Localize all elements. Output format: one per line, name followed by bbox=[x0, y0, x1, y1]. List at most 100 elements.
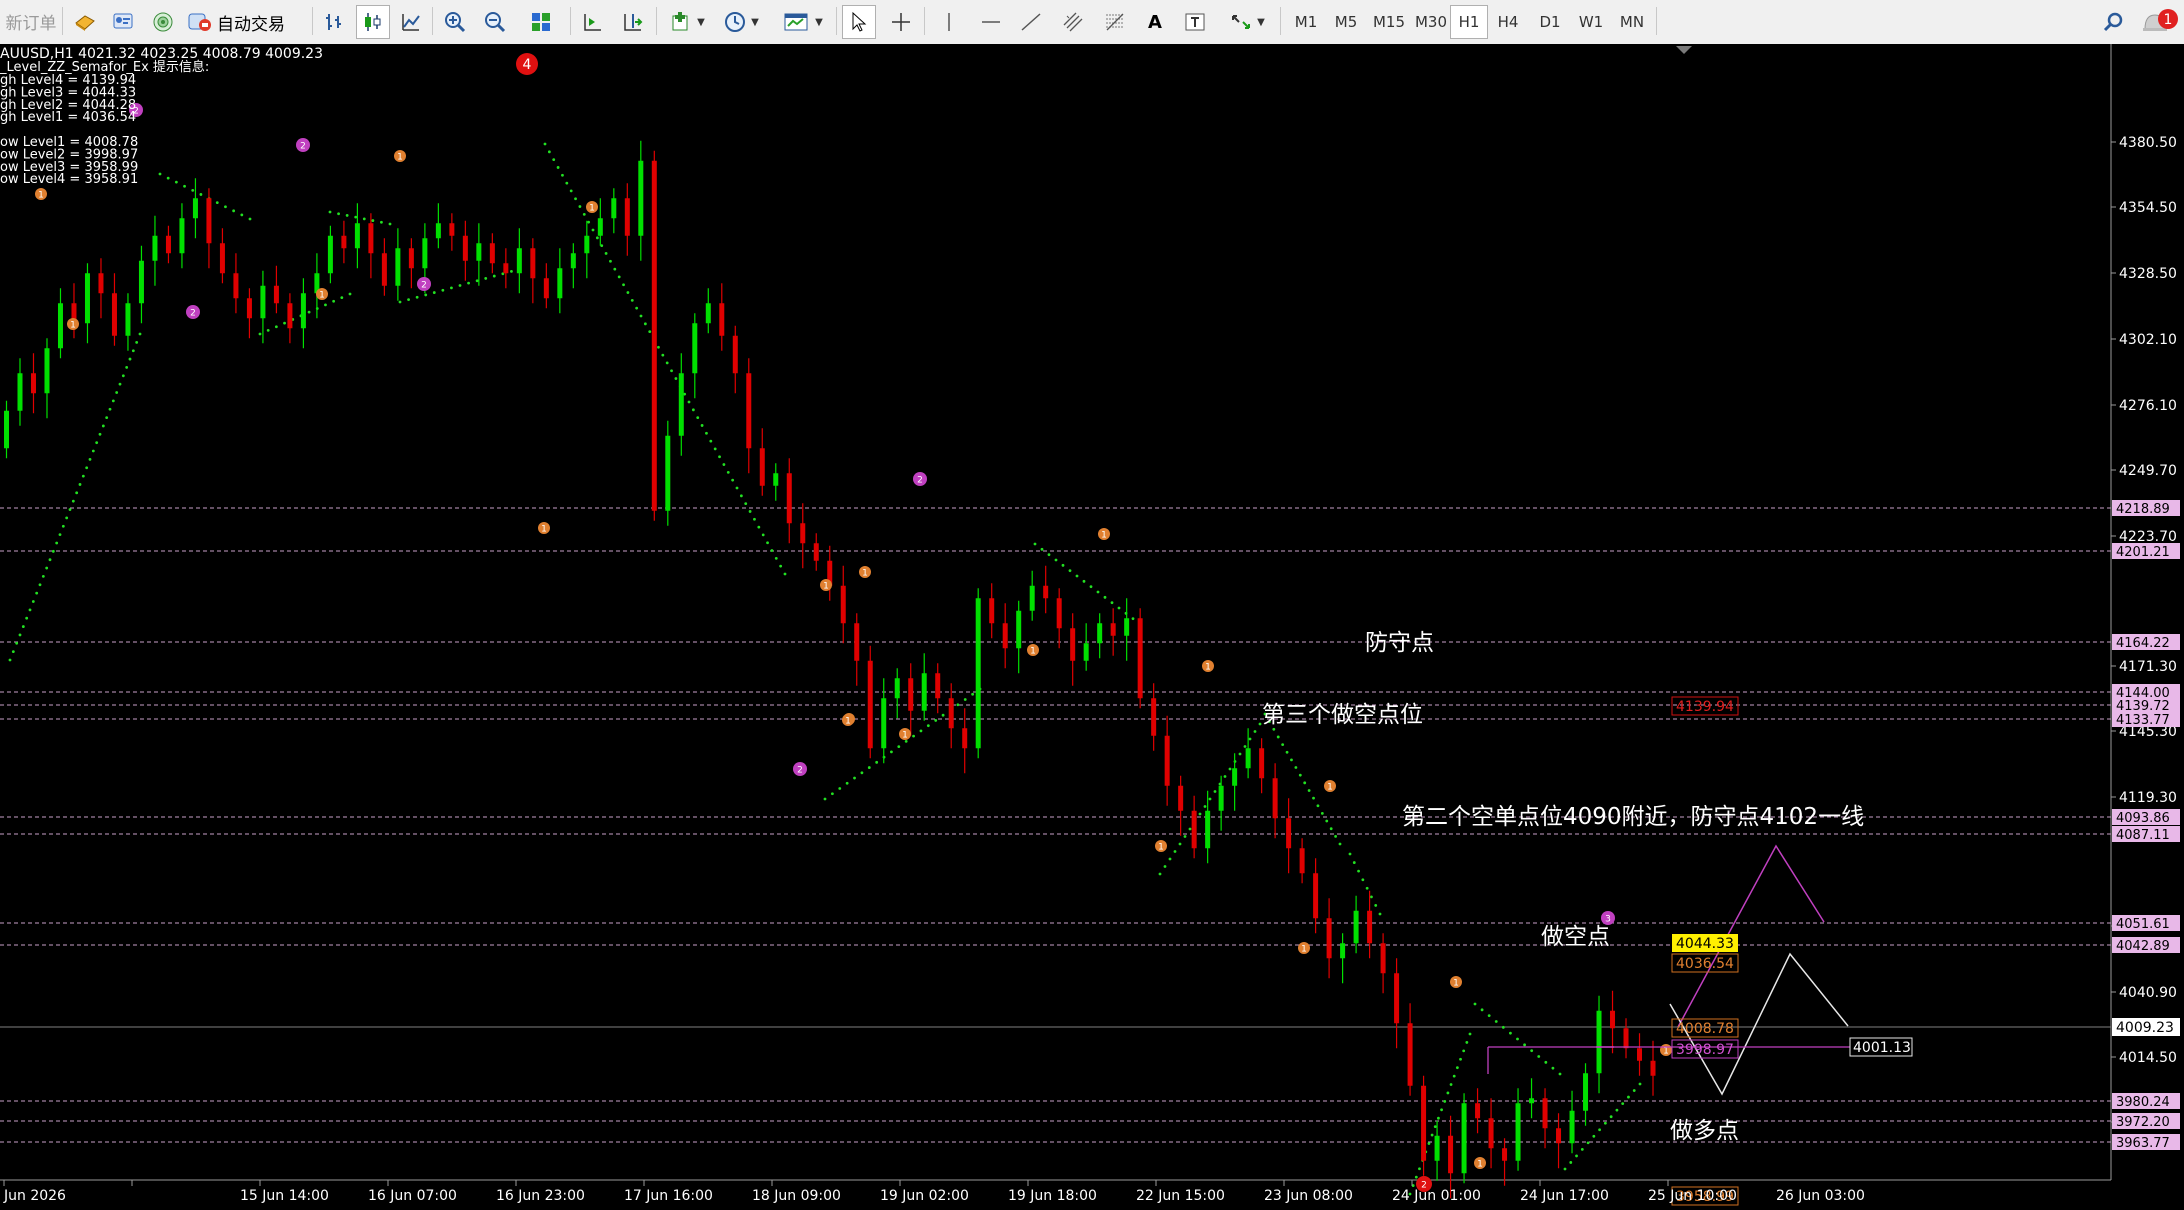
bull-candle[interactable] bbox=[975, 598, 981, 749]
bear-candle[interactable] bbox=[1448, 1135, 1454, 1174]
timeframe-m1[interactable]: M1 bbox=[1288, 5, 1324, 39]
text-icon[interactable]: A bbox=[1140, 5, 1170, 39]
bull-candle[interactable] bbox=[1097, 623, 1103, 644]
vertical-line-icon[interactable] bbox=[934, 5, 964, 39]
bear-candle[interactable] bbox=[800, 523, 806, 544]
bull-candle[interactable] bbox=[152, 235, 158, 261]
bear-candle[interactable] bbox=[854, 623, 860, 661]
templates-button[interactable]: ▼ bbox=[776, 5, 830, 39]
bull-candle[interactable] bbox=[1569, 1110, 1575, 1144]
bear-candle[interactable] bbox=[1394, 973, 1400, 1024]
bear-candle[interactable] bbox=[935, 673, 941, 699]
zoom-out-icon[interactable] bbox=[478, 5, 512, 39]
crosshair-icon[interactable] bbox=[884, 5, 918, 39]
bull-candle[interactable] bbox=[1461, 1103, 1467, 1174]
bear-candle[interactable] bbox=[732, 335, 738, 374]
bear-candle[interactable] bbox=[233, 273, 239, 299]
bear-candle[interactable] bbox=[408, 248, 414, 269]
fibonacci-icon[interactable] bbox=[1098, 5, 1132, 39]
bull-candle[interactable] bbox=[1016, 610, 1022, 649]
timeframe-h1[interactable]: H1 bbox=[1450, 5, 1488, 39]
bear-candle[interactable] bbox=[98, 273, 104, 294]
price-chart[interactable]: 42211112121211111112111113112 4139.94 40… bbox=[0, 44, 2184, 1210]
bull-candle[interactable] bbox=[260, 285, 266, 319]
bear-candle[interactable] bbox=[1110, 623, 1116, 636]
bear-candle[interactable] bbox=[1650, 1060, 1656, 1076]
bull-candle[interactable] bbox=[125, 303, 131, 336]
bear-candle[interactable] bbox=[462, 235, 468, 261]
bull-candle[interactable] bbox=[1596, 1010, 1602, 1074]
bear-candle[interactable] bbox=[759, 448, 765, 486]
search-icon[interactable] bbox=[2096, 5, 2130, 39]
bear-candle[interactable] bbox=[1637, 1048, 1643, 1061]
bull-candle[interactable] bbox=[894, 678, 900, 699]
bull-candle[interactable] bbox=[179, 218, 185, 254]
bear-candle[interactable] bbox=[1542, 1098, 1548, 1129]
bull-candle[interactable] bbox=[1232, 768, 1238, 786]
bear-candle[interactable] bbox=[1178, 785, 1184, 811]
navigator-icon[interactable] bbox=[146, 5, 180, 39]
bear-candle[interactable] bbox=[287, 303, 293, 329]
bear-candle[interactable] bbox=[489, 243, 495, 264]
bear-candle[interactable] bbox=[1556, 1128, 1562, 1144]
bull-candle[interactable] bbox=[395, 248, 401, 286]
bear-candle[interactable] bbox=[381, 253, 387, 286]
bear-candle[interactable] bbox=[1407, 1023, 1413, 1086]
bull-candle[interactable] bbox=[611, 198, 617, 219]
bear-candle[interactable] bbox=[908, 678, 914, 711]
bear-candle[interactable] bbox=[1259, 748, 1265, 779]
bear-candle[interactable] bbox=[206, 198, 212, 244]
horizontal-line-icon[interactable] bbox=[976, 5, 1006, 39]
bear-candle[interactable] bbox=[1380, 943, 1386, 974]
bull-candle[interactable] bbox=[570, 253, 576, 269]
bull-candle[interactable] bbox=[678, 373, 684, 436]
timeframe-m5[interactable]: M5 bbox=[1328, 5, 1364, 39]
bear-candle[interactable] bbox=[948, 698, 954, 729]
candlestick-chart-icon[interactable] bbox=[356, 5, 390, 39]
bear-candle[interactable] bbox=[840, 585, 846, 624]
periods-button[interactable]: ▼ bbox=[716, 5, 766, 39]
bar-chart-icon[interactable] bbox=[318, 5, 352, 39]
autoscroll-icon[interactable] bbox=[616, 5, 650, 39]
bull-candle[interactable] bbox=[192, 198, 198, 219]
annotation-defense-point[interactable]: 防守点 bbox=[1365, 630, 1434, 656]
bear-candle[interactable] bbox=[867, 660, 873, 749]
bear-candle[interactable] bbox=[543, 278, 549, 299]
bull-candle[interactable] bbox=[584, 235, 590, 254]
bull-candle[interactable] bbox=[1029, 585, 1035, 611]
bull-candle[interactable] bbox=[1340, 943, 1346, 959]
arrows-button[interactable]: ▼ bbox=[1220, 5, 1274, 39]
bear-candle[interactable] bbox=[1421, 1085, 1427, 1161]
bull-candle[interactable] bbox=[881, 698, 887, 749]
bull-candle[interactable] bbox=[44, 348, 50, 394]
bear-candle[interactable] bbox=[165, 235, 171, 254]
bull-candle[interactable] bbox=[1434, 1135, 1440, 1161]
bull-candle[interactable] bbox=[557, 268, 563, 299]
bear-candle[interactable] bbox=[1299, 848, 1305, 874]
tile-windows-icon[interactable] bbox=[524, 5, 558, 39]
bear-candle[interactable] bbox=[341, 235, 347, 249]
text-label-icon[interactable] bbox=[1178, 5, 1212, 39]
bull-candle[interactable] bbox=[327, 235, 333, 274]
bull-candle[interactable] bbox=[17, 373, 23, 411]
bear-candle[interactable] bbox=[1610, 1010, 1616, 1029]
new-order-button[interactable]: 新订单 bbox=[2, 5, 60, 37]
auto-trade-button[interactable]: 自动交易 bbox=[186, 5, 300, 39]
timeframe-mn[interactable]: MN bbox=[1612, 5, 1652, 39]
bull-candle[interactable] bbox=[1245, 748, 1251, 769]
bear-candle[interactable] bbox=[962, 728, 968, 749]
timeframe-w1[interactable]: W1 bbox=[1572, 5, 1610, 39]
bull-candle[interactable] bbox=[1353, 910, 1359, 944]
bull-candle[interactable] bbox=[1083, 643, 1089, 661]
annotation-short-point[interactable]: 做空点 bbox=[1541, 924, 1610, 950]
zoom-in-icon[interactable] bbox=[438, 5, 472, 39]
bull-candle[interactable] bbox=[597, 218, 603, 236]
bull-candle[interactable] bbox=[773, 473, 779, 486]
annotation-long-point[interactable]: 做多点 bbox=[1670, 1118, 1739, 1144]
bear-candle[interactable] bbox=[368, 223, 374, 254]
bull-candle[interactable] bbox=[435, 223, 441, 239]
bull-candle[interactable] bbox=[638, 160, 644, 236]
bear-candle[interactable] bbox=[1191, 810, 1197, 849]
bear-candle[interactable] bbox=[1137, 618, 1143, 699]
annotation-third-short[interactable]: 第三个做空点位 bbox=[1262, 702, 1423, 728]
